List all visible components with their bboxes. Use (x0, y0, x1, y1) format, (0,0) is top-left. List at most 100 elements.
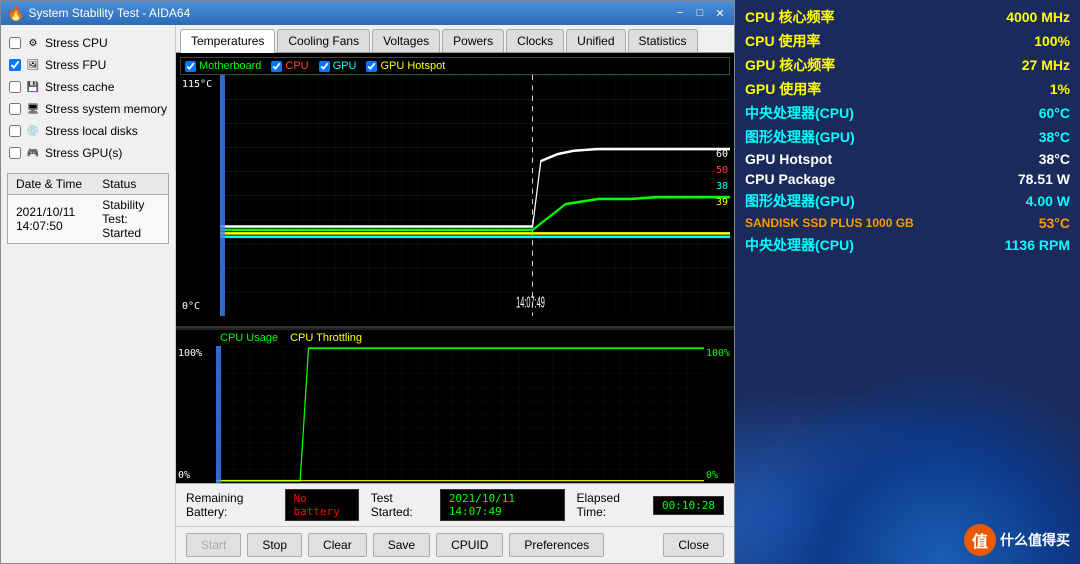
legend-gpu: GPU (319, 60, 357, 72)
maximize-button[interactable]: □ (692, 6, 708, 20)
stress-cache-item: 💾 Stress cache (7, 77, 169, 97)
stress-cache-label: Stress cache (45, 80, 114, 94)
elapsed-time-value: 00:10:28 (653, 496, 724, 515)
stress-memory-item: 🖥 Stress system memory (7, 99, 169, 119)
temp-y-max: 115°C (182, 79, 218, 90)
legend-motherboard: Motherboard (185, 60, 261, 72)
clear-button[interactable]: Clear (308, 533, 367, 557)
stress-fpu-checkbox[interactable] (9, 59, 21, 71)
legend-cpu: CPU (271, 60, 308, 72)
aida64-window: 🔥 System Stability Test - AIDA64 − □ ✕ ⚙… (0, 0, 735, 564)
stat-value-2: 27 MHz (1022, 57, 1070, 73)
tab-statistics[interactable]: Statistics (628, 29, 698, 52)
cpu-y-max-right: 100% (706, 348, 732, 359)
test-started-value: 2021/10/11 14:07:49 (440, 489, 565, 521)
cpu-y-axis-left: 100% 0% (176, 346, 216, 483)
stat-label-7: CPU Package (745, 171, 835, 187)
watermark-icon: 值 (964, 524, 996, 556)
stat-label-3: GPU 使用率 (745, 79, 821, 99)
temperature-chart: Motherboard CPU GPU GPU Hotspot (176, 53, 734, 328)
stat-value-4: 60°C (1039, 105, 1070, 121)
tab-clocks[interactable]: Clocks (506, 29, 564, 52)
stat-label-6: GPU Hotspot (745, 151, 832, 167)
log-status-0: Stability Test: Started (94, 195, 168, 244)
gpu-hotspot-label: GPU Hotspot (380, 60, 445, 72)
temp-y-min: 0°C (182, 301, 218, 312)
log-row-0: 2021/10/11 14:07:50 Stability Test: Star… (8, 195, 169, 244)
stress-cache-checkbox[interactable] (9, 81, 21, 93)
stat-value-10: 1136 RPM (1005, 237, 1070, 253)
stress-disk-checkbox[interactable] (9, 125, 21, 137)
close-button[interactable]: Close (663, 533, 724, 557)
app-icon: 🔥 (7, 5, 24, 22)
stress-gpu-icon: 🎮 (25, 145, 41, 161)
tab-voltages[interactable]: Voltages (372, 29, 440, 52)
cpu-temp-checkbox[interactable] (271, 61, 282, 72)
cpu-chart-container: 100% 0% (176, 346, 734, 483)
motherboard-checkbox[interactable] (185, 61, 196, 72)
stat-label-5: 图形处理器(GPU) (745, 127, 855, 147)
stat-value-9: 53°C (1039, 215, 1070, 231)
stat-label-2: GPU 核心频率 (745, 55, 835, 75)
temp-chart-container: 115°C 0°C (180, 75, 730, 316)
tab-powers[interactable]: Powers (442, 29, 504, 52)
preferences-button[interactable]: Preferences (509, 533, 604, 557)
stat-label-1: CPU 使用率 (745, 31, 820, 51)
stat-value-5: 38°C (1039, 129, 1070, 145)
stat-value-7: 78.51 W (1018, 171, 1070, 187)
cpu-temp-label: CPU (285, 60, 308, 72)
start-button[interactable]: Start (186, 533, 241, 557)
remaining-battery-value: No battery (285, 489, 359, 521)
stat-row-2: GPU 核心频率 27 MHz (745, 54, 1070, 76)
cpu-throttling-title: CPU Throttling (290, 332, 362, 344)
tab-temperatures[interactable]: Temperatures (180, 29, 275, 53)
temp-y-axis: 115°C 0°C (180, 75, 220, 316)
temp-right-labels: 60 50 38 39 (716, 147, 728, 211)
stress-memory-label: Stress system memory (45, 102, 167, 116)
stat-label-4: 中央处理器(CPU) (745, 103, 854, 123)
tab-unified[interactable]: Unified (566, 29, 625, 52)
stress-gpu-checkbox[interactable] (9, 147, 21, 159)
stats-panel: CPU 核心频率 4000 MHz CPU 使用率 100% GPU 核心频率 … (735, 0, 1080, 564)
stop-button[interactable]: Stop (247, 533, 302, 557)
stress-disk-label: Stress local disks (45, 124, 138, 138)
svg-text:14:07:49: 14:07:49 (516, 293, 545, 311)
stat-row-10: 中央处理器(CPU) 1136 RPM (745, 234, 1070, 256)
stat-row-3: GPU 使用率 1% (745, 78, 1070, 100)
stress-disk-icon: 💿 (25, 123, 41, 139)
stress-memory-checkbox[interactable] (9, 103, 21, 115)
log-header-status: Status (94, 174, 168, 195)
close-window-button[interactable]: ✕ (712, 6, 728, 20)
cpu-chart-title: CPU Usage CPU Throttling (176, 330, 734, 346)
log-table: Date & Time Status 2021/10/11 14:07:50 S… (7, 173, 169, 244)
gpu-hotspot-checkbox[interactable] (366, 61, 377, 72)
save-button[interactable]: Save (373, 533, 430, 557)
gpu-temp-label: GPU (333, 60, 357, 72)
stat-row-4: 中央处理器(CPU) 60°C (745, 102, 1070, 124)
cpu-chart-svg (216, 346, 704, 483)
tab-cooling-fans[interactable]: Cooling Fans (277, 29, 370, 52)
cpu-y-axis-right: 100% 0% (704, 346, 734, 483)
status-bar: Remaining Battery: No battery Test Start… (176, 483, 734, 526)
stress-fpu-label: Stress FPU (45, 58, 106, 72)
title-bar-left: 🔥 System Stability Test - AIDA64 (7, 5, 190, 22)
stat-label-10: 中央处理器(CPU) (745, 235, 854, 255)
stress-fpu-icon: 🖼 (25, 57, 41, 73)
sidebar: ⚙ Stress CPU 🖼 Stress FPU 💾 Stress cache… (1, 25, 176, 563)
cpuid-button[interactable]: CPUID (436, 533, 503, 557)
right-content: Temperatures Cooling Fans Voltages Power… (176, 25, 734, 563)
stress-gpu-label: Stress GPU(s) (45, 146, 122, 160)
stress-cpu-label: Stress CPU (45, 36, 108, 50)
title-bar: 🔥 System Stability Test - AIDA64 − □ ✕ (1, 1, 734, 25)
charts-area: Motherboard CPU GPU GPU Hotspot (176, 53, 734, 483)
stat-row-8: 图形处理器(GPU) 4.00 W (745, 190, 1070, 212)
main-area: ⚙ Stress CPU 🖼 Stress FPU 💾 Stress cache… (1, 25, 734, 563)
cpu-usage-chart: CPU Usage CPU Throttling 100% 0% (176, 328, 734, 483)
gpu-temp-checkbox[interactable] (319, 61, 330, 72)
cpu-chart-area (216, 346, 704, 483)
minimize-button[interactable]: − (672, 6, 688, 20)
cpu-usage-title: CPU Usage (220, 332, 278, 344)
stress-cpu-checkbox[interactable] (9, 37, 21, 49)
test-started-label: Test Started: (371, 491, 428, 519)
stat-label-9: SANDISK SSD PLUS 1000 GB (745, 216, 914, 230)
